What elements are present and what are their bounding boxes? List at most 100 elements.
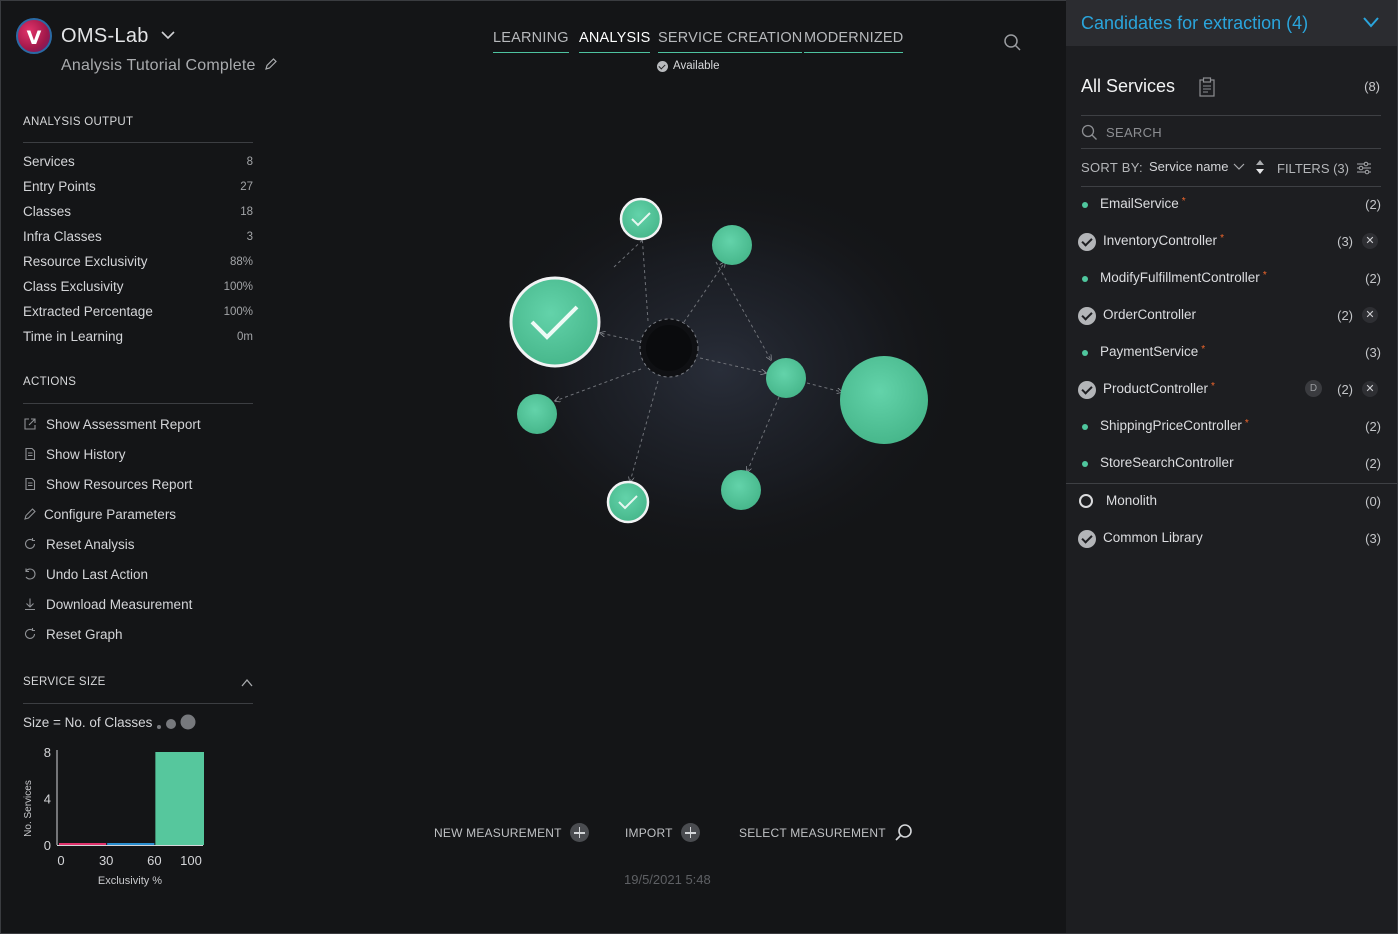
metric-resource-exclusivity: Resource Exclusivity 88% xyxy=(23,254,253,272)
service-name: Monolith xyxy=(1106,493,1158,508)
plus-icon xyxy=(680,823,700,842)
check-circle-icon[interactable] xyxy=(1078,381,1096,399)
monolith-row[interactable]: Monolith (0) xyxy=(1079,491,1381,513)
service-name: Common Library xyxy=(1103,530,1203,545)
status-dot xyxy=(1082,350,1088,356)
metric-label: Classes xyxy=(23,204,72,219)
tab-service-creation[interactable]: SERVICE CREATION xyxy=(658,30,803,53)
refresh-icon xyxy=(23,627,37,641)
service-row[interactable]: PaymentService * (3) xyxy=(1081,342,1381,364)
check-circle-icon[interactable] xyxy=(1078,233,1096,251)
new-measurement-label: NEW MEASUREMENT xyxy=(434,825,562,840)
service-node[interactable] xyxy=(619,197,663,241)
status-badge: D xyxy=(1305,380,1322,397)
close-icon[interactable]: ✕ xyxy=(1362,381,1378,397)
divider xyxy=(23,403,253,404)
filters-button[interactable]: FILTERS (3) xyxy=(1277,161,1349,176)
configure-parameters-action[interactable]: Configure Parameters xyxy=(23,504,176,524)
service-row[interactable]: EmailService * (2) xyxy=(1081,194,1381,216)
metric-label: Resource Exclusivity xyxy=(23,254,148,269)
divider xyxy=(23,142,253,143)
download-icon xyxy=(23,597,37,611)
metric-value: 0m xyxy=(237,331,253,343)
clipboard-icon[interactable] xyxy=(1198,77,1216,97)
service-node[interactable] xyxy=(517,394,557,434)
close-icon[interactable]: ✕ xyxy=(1362,233,1378,249)
tab-learning[interactable]: LEARNING xyxy=(493,30,569,53)
size-legend-label: Size = No. of Classes xyxy=(23,715,153,730)
reset-analysis-action[interactable]: Reset Analysis xyxy=(23,534,135,554)
select-measurement-button[interactable]: SELECT MEASUREMENT xyxy=(739,823,914,843)
close-icon[interactable]: ✕ xyxy=(1362,307,1378,323)
service-count: (3) xyxy=(1337,234,1353,249)
status-dot xyxy=(1082,424,1088,430)
show-resources-report-action[interactable]: Show Resources Report xyxy=(23,474,192,494)
service-node[interactable] xyxy=(721,470,761,510)
required-marker: * xyxy=(1244,418,1249,429)
service-row[interactable]: InventoryController * (3) ✕ xyxy=(1078,231,1381,253)
service-row[interactable]: StoreSearchController (2) xyxy=(1081,453,1381,475)
sort-direction-icon[interactable] xyxy=(1255,159,1265,175)
required-marker: * xyxy=(1262,270,1267,281)
check-circle-icon[interactable] xyxy=(1078,530,1096,548)
service-name: EmailService * xyxy=(1100,196,1186,211)
size-legend-icon xyxy=(157,714,196,730)
service-row[interactable]: OrderController (2) ✕ xyxy=(1078,305,1381,327)
analysis-output-heading: ANALYSIS OUTPUT xyxy=(23,116,134,128)
service-node[interactable] xyxy=(766,358,806,398)
required-marker: * xyxy=(1181,196,1186,207)
app-logo xyxy=(16,18,52,54)
status-dot xyxy=(1082,202,1088,208)
status-indicator: Available xyxy=(657,60,719,72)
service-graph[interactable] xyxy=(470,170,970,570)
service-size-heading: SERVICE SIZE xyxy=(23,676,106,688)
service-name: OrderController xyxy=(1103,307,1197,322)
service-node[interactable] xyxy=(712,225,752,265)
service-search-input[interactable]: SEARCH xyxy=(1081,124,1162,141)
service-count: (2) xyxy=(1365,419,1381,434)
app-title[interactable]: OMS-Lab xyxy=(61,25,149,48)
undo-last-action[interactable]: Undo Last Action xyxy=(23,564,148,584)
action-label: Download Measurement xyxy=(46,596,193,612)
measurement-toolbar: NEW MEASUREMENT IMPORT SELECT MEASUREMEN… xyxy=(434,823,914,845)
service-row[interactable]: ProductController * D (2) ✕ xyxy=(1078,379,1381,401)
metric-label: Time in Learning xyxy=(23,329,124,344)
service-node[interactable] xyxy=(840,356,928,444)
chevron-up-icon[interactable] xyxy=(240,677,254,689)
all-services-count: (8) xyxy=(1364,79,1380,94)
import-button[interactable]: IMPORT xyxy=(625,823,700,842)
chevron-down-icon[interactable] xyxy=(160,27,176,43)
metric-label: Extracted Percentage xyxy=(23,304,153,319)
service-row[interactable]: ModifyFulfillmentController * (2) xyxy=(1081,268,1381,290)
show-history-action[interactable]: Show History xyxy=(23,444,126,464)
sliders-icon[interactable] xyxy=(1356,161,1372,175)
tab-modernized[interactable]: MODERNIZED xyxy=(804,30,904,53)
reset-graph-action[interactable]: Reset Graph xyxy=(23,624,123,644)
service-name: InventoryController * xyxy=(1103,233,1224,248)
refresh-icon xyxy=(23,537,37,551)
pencil-icon[interactable] xyxy=(264,57,278,71)
service-row[interactable]: ShippingPriceController * (2) xyxy=(1081,416,1381,438)
chevron-down-icon[interactable] xyxy=(1233,162,1245,171)
sort-filter-bar: SORT BY: Service name FILTERS (3) xyxy=(1081,158,1381,178)
external-link-icon xyxy=(23,417,37,431)
metric-services: Services 8 xyxy=(23,154,253,172)
service-count: (2) xyxy=(1365,456,1381,471)
candidates-header[interactable]: Candidates for extraction (4) xyxy=(1066,0,1397,46)
show-assessment-report-action[interactable]: Show Assessment Report xyxy=(23,414,201,434)
measurement-timestamp: 19/5/2021 5:48 xyxy=(624,872,711,887)
tab-analysis[interactable]: ANALYSIS xyxy=(579,30,651,53)
service-node[interactable] xyxy=(509,276,601,368)
check-circle-icon[interactable] xyxy=(1078,307,1096,325)
service-node[interactable] xyxy=(606,480,650,524)
service-count: (0) xyxy=(1365,494,1381,509)
sort-select[interactable]: Service name xyxy=(1149,159,1228,174)
metric-entry-points: Entry Points 27 xyxy=(23,179,253,197)
action-label: Show Resources Report xyxy=(46,476,193,492)
document-icon xyxy=(23,477,37,491)
common-library-row[interactable]: Common Library (3) xyxy=(1078,528,1381,550)
status-label: Available xyxy=(673,60,720,72)
download-measurement-action[interactable]: Download Measurement xyxy=(23,594,192,614)
new-measurement-button[interactable]: NEW MEASUREMENT xyxy=(434,823,589,842)
search-icon[interactable] xyxy=(1003,33,1022,52)
